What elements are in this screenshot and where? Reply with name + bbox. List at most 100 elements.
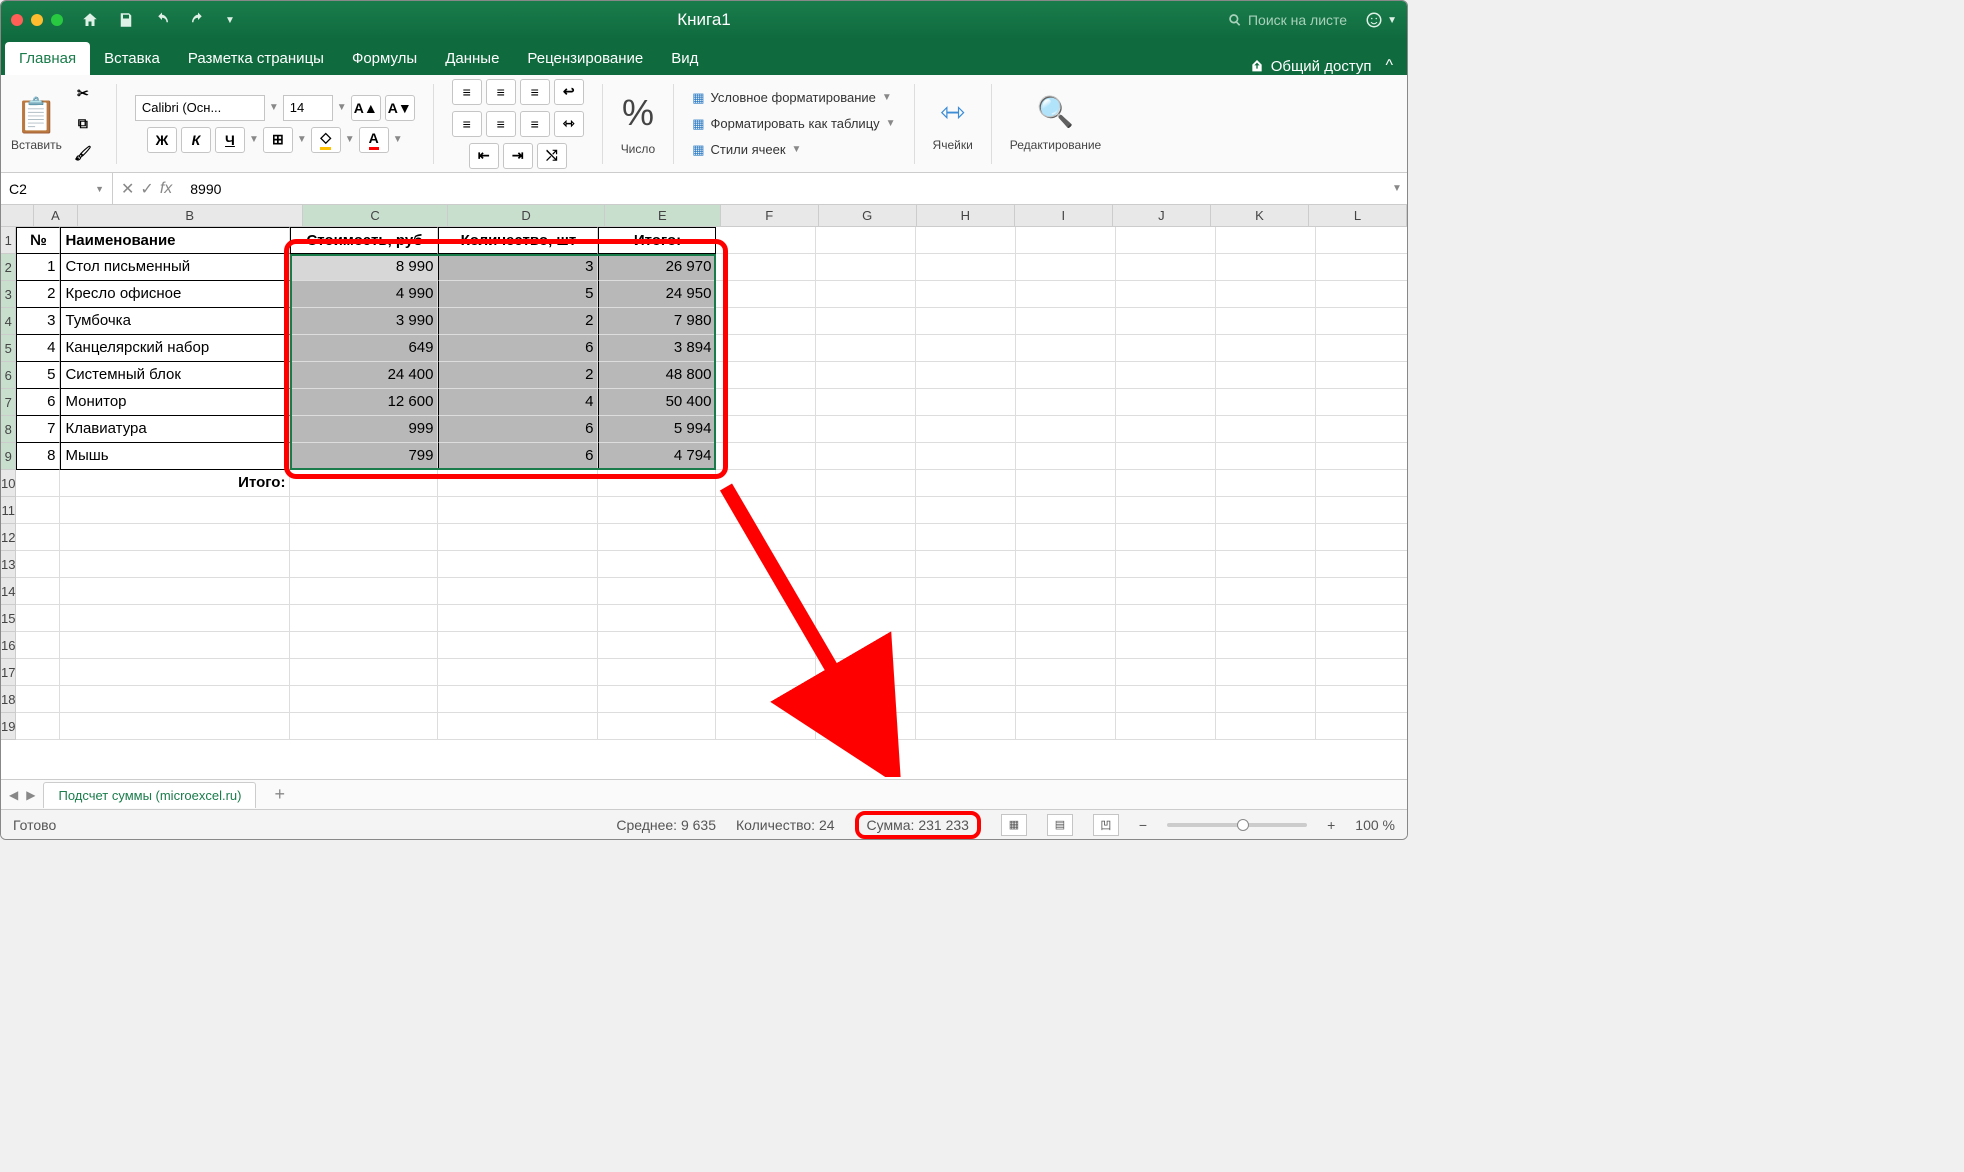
cell[interactable] bbox=[1016, 551, 1116, 578]
cell[interactable]: 3 894 bbox=[598, 335, 716, 362]
cell[interactable] bbox=[1016, 443, 1116, 470]
cell[interactable] bbox=[598, 551, 716, 578]
cell[interactable] bbox=[1316, 308, 1407, 335]
cell[interactable] bbox=[916, 551, 1016, 578]
fx-label[interactable]: fx bbox=[160, 180, 172, 198]
cell[interactable] bbox=[1016, 308, 1116, 335]
col-header-I[interactable]: I bbox=[1015, 205, 1113, 227]
zoom-in-button[interactable]: + bbox=[1327, 817, 1335, 833]
tab-review[interactable]: Рецензирование bbox=[513, 42, 657, 75]
row-header[interactable]: 1 bbox=[1, 227, 16, 254]
row-header[interactable]: 12 bbox=[1, 524, 16, 551]
bold-button[interactable]: Ж bbox=[147, 127, 177, 153]
wrap-text-button[interactable]: ↩ bbox=[554, 79, 584, 105]
cell[interactable] bbox=[16, 524, 60, 551]
cell[interactable]: 2 bbox=[438, 362, 598, 389]
cell[interactable] bbox=[1116, 362, 1216, 389]
undo-icon[interactable] bbox=[153, 11, 171, 29]
cell[interactable] bbox=[1116, 389, 1216, 416]
paste-label[interactable]: Вставить bbox=[11, 138, 62, 152]
font-size-select[interactable]: 14 bbox=[283, 95, 333, 121]
cell[interactable]: 3 bbox=[438, 254, 598, 281]
cell[interactable] bbox=[1016, 362, 1116, 389]
tab-formulas[interactable]: Формулы bbox=[338, 42, 431, 75]
cell[interactable] bbox=[916, 281, 1016, 308]
cell[interactable] bbox=[598, 578, 716, 605]
cell[interactable] bbox=[438, 497, 598, 524]
col-header-G[interactable]: G bbox=[819, 205, 917, 227]
row-header[interactable]: 15 bbox=[1, 605, 16, 632]
italic-button[interactable]: К bbox=[181, 127, 211, 153]
cell[interactable]: Итого: bbox=[598, 227, 716, 254]
cell[interactable] bbox=[438, 713, 598, 740]
cell[interactable] bbox=[290, 686, 438, 713]
cell[interactable] bbox=[1216, 443, 1316, 470]
cell[interactable]: 6 bbox=[438, 443, 598, 470]
cell[interactable]: Клавиатура bbox=[60, 416, 290, 443]
copy-button[interactable]: ⧉ bbox=[68, 111, 98, 137]
cell[interactable] bbox=[290, 713, 438, 740]
cell[interactable] bbox=[1116, 308, 1216, 335]
save-icon[interactable] bbox=[117, 11, 135, 29]
row-header[interactable]: 19 bbox=[1, 713, 16, 740]
row-header[interactable]: 5 bbox=[1, 335, 16, 362]
cell[interactable]: № bbox=[16, 227, 60, 254]
cell[interactable] bbox=[816, 416, 916, 443]
col-header-L[interactable]: L bbox=[1309, 205, 1407, 227]
cell[interactable] bbox=[1316, 524, 1407, 551]
cell[interactable] bbox=[916, 443, 1016, 470]
align-right-button[interactable]: ≡ bbox=[520, 111, 550, 137]
cell[interactable] bbox=[1316, 632, 1407, 659]
col-header-A[interactable]: A bbox=[34, 205, 77, 227]
cell[interactable] bbox=[816, 227, 916, 254]
cell[interactable] bbox=[1216, 551, 1316, 578]
cell[interactable] bbox=[716, 713, 816, 740]
cell[interactable]: Системный блок bbox=[60, 362, 290, 389]
cell[interactable] bbox=[916, 335, 1016, 362]
spreadsheet-grid[interactable]: A B C D E F G H I J K L 1234567891011121… bbox=[1, 205, 1407, 779]
cell[interactable] bbox=[816, 308, 916, 335]
row-header[interactable]: 6 bbox=[1, 362, 16, 389]
cell[interactable] bbox=[816, 659, 916, 686]
cell[interactable] bbox=[716, 470, 816, 497]
cell[interactable]: 24 400 bbox=[290, 362, 438, 389]
cell[interactable]: Канцелярский набор bbox=[60, 335, 290, 362]
cell[interactable] bbox=[1316, 254, 1407, 281]
cell[interactable] bbox=[716, 632, 816, 659]
align-left-button[interactable]: ≡ bbox=[452, 111, 482, 137]
cell[interactable]: Монитор bbox=[60, 389, 290, 416]
col-header-H[interactable]: H bbox=[917, 205, 1015, 227]
cell[interactable] bbox=[1316, 470, 1407, 497]
cell[interactable] bbox=[816, 524, 916, 551]
cell[interactable] bbox=[290, 632, 438, 659]
cell[interactable] bbox=[1316, 227, 1407, 254]
formula-input[interactable]: 8990 bbox=[180, 181, 1387, 197]
cell[interactable]: Стоимость, руб bbox=[290, 227, 438, 254]
conditional-formatting-button[interactable]: ▦Условное форматирование▼ bbox=[692, 88, 892, 108]
font-color-button[interactable]: A bbox=[359, 127, 389, 153]
cell[interactable] bbox=[1116, 470, 1216, 497]
cell[interactable] bbox=[60, 632, 290, 659]
cell[interactable] bbox=[1016, 605, 1116, 632]
cell[interactable] bbox=[16, 578, 60, 605]
cell[interactable] bbox=[816, 605, 916, 632]
cell[interactable] bbox=[1216, 335, 1316, 362]
col-header-E[interactable]: E bbox=[605, 205, 721, 227]
row-header[interactable]: 9 bbox=[1, 443, 16, 470]
cell[interactable] bbox=[916, 227, 1016, 254]
cell[interactable] bbox=[1316, 713, 1407, 740]
cell[interactable] bbox=[1016, 389, 1116, 416]
cell[interactable] bbox=[916, 632, 1016, 659]
percent-icon[interactable]: % bbox=[622, 92, 654, 134]
cell[interactable] bbox=[16, 686, 60, 713]
grow-font-button[interactable]: A▲ bbox=[351, 95, 381, 121]
cell[interactable] bbox=[816, 686, 916, 713]
cell[interactable] bbox=[598, 632, 716, 659]
share-button[interactable]: Общий доступ ^ bbox=[1239, 57, 1403, 75]
row-header[interactable]: 10 bbox=[1, 470, 16, 497]
redo-icon[interactable] bbox=[189, 11, 207, 29]
cell[interactable] bbox=[916, 389, 1016, 416]
row-header[interactable]: 13 bbox=[1, 551, 16, 578]
cell[interactable] bbox=[1216, 308, 1316, 335]
accept-formula-button[interactable]: ✓ bbox=[140, 179, 153, 199]
